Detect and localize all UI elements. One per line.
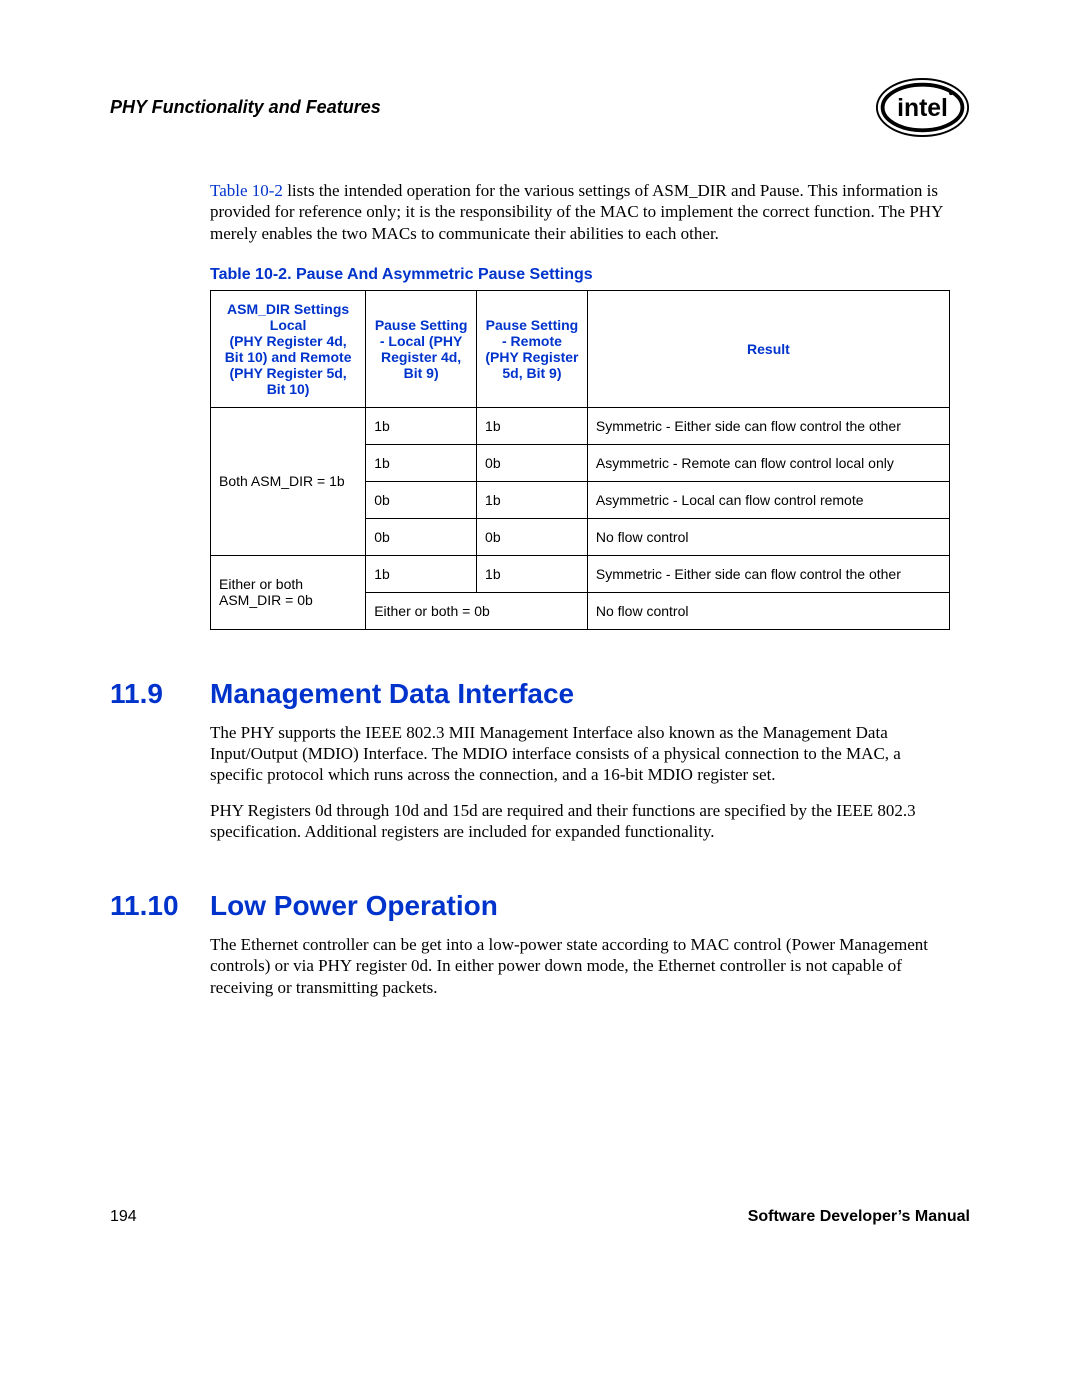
svg-text:intel: intel (897, 95, 948, 122)
cell-local: 1b (366, 444, 477, 481)
table-row: Either or both ASM_DIR = 0b 1b 1b Symmet… (211, 555, 950, 592)
section-1110-p1: The Ethernet controller can be get into … (210, 934, 950, 998)
group2-label: Either or both ASM_DIR = 0b (211, 555, 366, 629)
cell-remote: 0b (477, 518, 588, 555)
cell-result: No flow control (587, 592, 949, 629)
th-asm-dir: ASM_DIR Settings Local (PHY Register 4d,… (211, 290, 366, 407)
section-heading-1110: 11.10 Low Power Operation (110, 890, 970, 922)
cell-result: No flow control (587, 518, 949, 555)
page-header: PHY Functionality and Features intel (110, 75, 970, 140)
section-119-p1: The PHY supports the IEEE 802.3 MII Mana… (210, 722, 950, 786)
table-header-row: ASM_DIR Settings Local (PHY Register 4d,… (211, 290, 950, 407)
th-remote-pause: Pause Setting - Remote (PHY Register 5d,… (477, 290, 588, 407)
section-title: Management Data Interface (210, 678, 574, 710)
pause-settings-table: ASM_DIR Settings Local (PHY Register 4d,… (210, 290, 950, 630)
page-footer: 194 Software Developer’s Manual (110, 1208, 970, 1226)
section-title: Low Power Operation (210, 890, 498, 922)
cell-local: 1b (366, 555, 477, 592)
cell-local: 1b (366, 407, 477, 444)
cell-result: Symmetric - Either side can flow control… (587, 407, 949, 444)
section-heading-119: 11.9 Management Data Interface (110, 678, 970, 710)
intel-logo: intel (875, 75, 970, 140)
cell-local: 0b (366, 518, 477, 555)
table-ref-link[interactable]: Table 10-2 (210, 181, 283, 200)
table-caption: Table 10-2. Pause And Asymmetric Pause S… (210, 266, 950, 284)
cell-merged-either: Either or both = 0b (366, 592, 588, 629)
cell-remote: 1b (477, 555, 588, 592)
intro-paragraph: Table 10-2 lists the intended operation … (210, 180, 950, 244)
cell-remote: 1b (477, 481, 588, 518)
section-119-p2: PHY Registers 0d through 10d and 15d are… (210, 800, 950, 843)
th-local-pause: Pause Setting - Local (PHY Register 4d, … (366, 290, 477, 407)
section-number: 11.9 (110, 678, 210, 710)
cell-result: Asymmetric - Local can flow control remo… (587, 481, 949, 518)
section-number: 11.10 (110, 890, 210, 922)
cell-result: Symmetric - Either side can flow control… (587, 555, 949, 592)
cell-remote: 0b (477, 444, 588, 481)
group1-label: Both ASM_DIR = 1b (211, 407, 366, 555)
page-number: 194 (110, 1208, 137, 1226)
cell-remote: 1b (477, 407, 588, 444)
th-result: Result (587, 290, 949, 407)
cell-local: 0b (366, 481, 477, 518)
cell-result: Asymmetric - Remote can flow control loc… (587, 444, 949, 481)
intro-text: lists the intended operation for the var… (210, 181, 943, 243)
chapter-title: PHY Functionality and Features (110, 97, 381, 118)
manual-title: Software Developer’s Manual (748, 1208, 970, 1226)
table-row: Both ASM_DIR = 1b 1b 1b Symmetric - Eith… (211, 407, 950, 444)
